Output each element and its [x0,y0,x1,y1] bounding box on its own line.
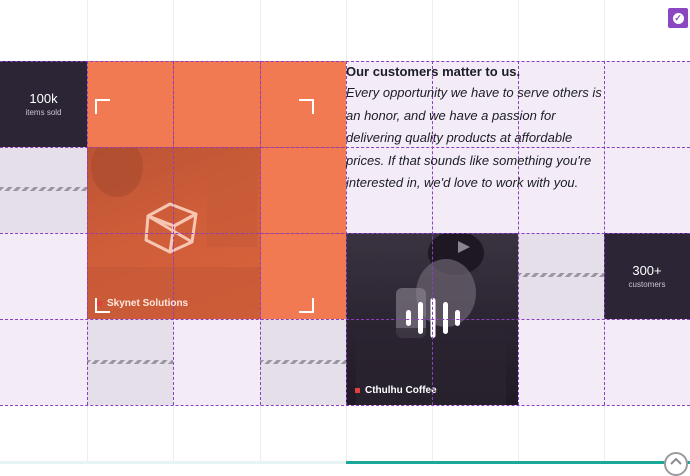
hatch-divider [87,360,173,364]
grid-guide [87,61,88,405]
corner-bracket [299,99,314,114]
hatch-divider [260,360,346,364]
portfolio-tag-cthulhu[interactable]: Cthulhu Coffee [355,385,437,396]
portfolio-title: Skynet Solutions [107,298,189,309]
stat-label: items sold [25,108,62,117]
stat-tile-items-sold: 100k items sold [0,61,87,147]
scroll-top-button[interactable] [664,452,688,476]
grid-guide [0,233,690,234]
quote-body: Every opportunity we have to serve other… [346,85,602,190]
check-circle-icon: ✓ [672,12,684,24]
grid-guide [260,61,261,405]
audio-wave-icon [406,298,460,338]
corner-bracket [299,298,314,313]
corner-bracket [95,99,110,114]
quote-heading: Our customers matter to us. [346,64,521,79]
hatch-divider [518,273,604,277]
verified-badge[interactable]: ✓ [668,8,688,28]
portfolio-title: Cthulhu Coffee [365,385,437,396]
stat-value: 300+ [632,263,662,278]
grid-guide [0,405,690,406]
grid-guide [0,319,690,320]
portfolio-tag-skynet[interactable]: Skynet Solutions [97,298,188,309]
grid-guide [173,61,174,405]
tag-marker [355,388,360,393]
stat-label: customers [628,280,666,289]
stat-tile-customers: 300+ customers [604,233,690,319]
stat-value: 100k [29,91,58,106]
tag-marker [97,301,102,306]
hatch-divider [0,187,87,191]
grid-guide [0,61,690,62]
